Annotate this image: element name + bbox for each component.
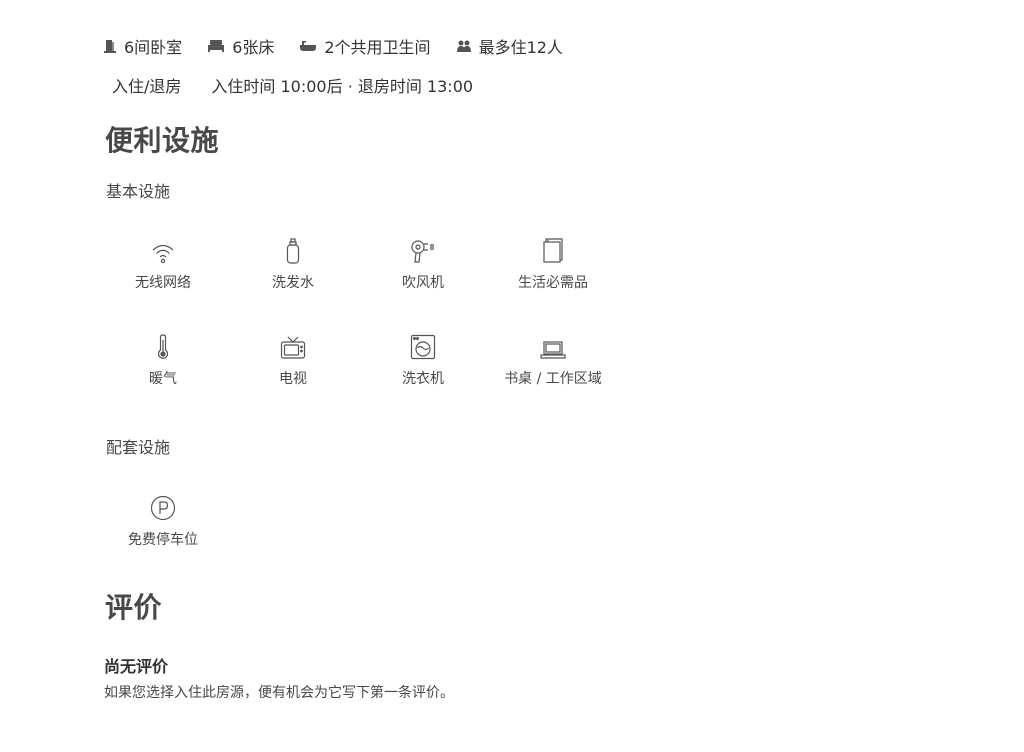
amenity-label: 书桌 / 工作区域 bbox=[504, 371, 602, 387]
amenity-workspace: 书桌 / 工作区域 bbox=[488, 330, 618, 388]
amenity-heating: 暖气 bbox=[98, 330, 228, 388]
bed-icon bbox=[208, 40, 225, 52]
hair-dryer-icon bbox=[411, 240, 434, 263]
amenity-label: 暖气 bbox=[149, 371, 177, 387]
shampoo-icon bbox=[286, 238, 300, 264]
beds-text: 6张床 bbox=[232, 38, 275, 57]
bathrooms-summary: 2个共用卫生间 bbox=[300, 34, 431, 58]
amenity-essentials: 生活必需品 bbox=[488, 234, 618, 292]
beds-summary: 6张床 bbox=[208, 34, 274, 58]
no-reviews-title: 尚无评价 bbox=[104, 657, 169, 676]
tv-icon bbox=[280, 336, 306, 359]
bedrooms-text: 6间卧室 bbox=[124, 38, 183, 57]
amenity-washer: 洗衣机 bbox=[358, 330, 488, 388]
amenities-heading: 便利设施 bbox=[105, 124, 220, 157]
door-icon bbox=[104, 40, 116, 53]
amenity-parking: 免费停车位 bbox=[98, 491, 228, 549]
amenity-label: 吹风机 bbox=[402, 275, 444, 291]
reviews-heading: 评价 bbox=[105, 591, 163, 624]
laptop-icon bbox=[540, 341, 566, 359]
facility-amenities-heading: 配套设施 bbox=[106, 438, 171, 457]
bedrooms-summary: 6间卧室 bbox=[104, 34, 182, 58]
amenity-label: 洗发水 bbox=[272, 275, 314, 291]
washer-icon bbox=[410, 334, 436, 360]
amenity-label: 洗衣机 bbox=[402, 371, 444, 387]
amenity-label: 免费停车位 bbox=[128, 532, 198, 548]
guests-summary: 最多住12人 bbox=[456, 34, 563, 58]
wifi-icon bbox=[152, 244, 174, 264]
bathtub-icon bbox=[300, 41, 317, 51]
parking-icon bbox=[150, 495, 176, 521]
listing-summary: 6间卧室 6张床 2个共用卫生间 最多住12人 bbox=[104, 34, 589, 58]
checkin-checkout: 入住/退房 入住时间 10:00后 · 退房时间 13:00 bbox=[112, 73, 473, 97]
thermometer-icon bbox=[157, 334, 169, 359]
amenity-hair-dryer: 吹风机 bbox=[358, 234, 488, 292]
amenity-label: 无线网络 bbox=[135, 275, 191, 291]
bathrooms-text: 2个共用卫生间 bbox=[324, 38, 431, 57]
amenity-label: 电视 bbox=[279, 371, 307, 387]
essentials-icon bbox=[543, 238, 563, 263]
amenity-shampoo: 洗发水 bbox=[228, 234, 358, 292]
amenity-tv: 电视 bbox=[228, 330, 358, 388]
guests-text: 最多住12人 bbox=[478, 38, 563, 57]
guests-icon bbox=[456, 40, 471, 52]
amenity-label: 生活必需品 bbox=[518, 275, 588, 291]
checkin-label: 入住/退房 bbox=[112, 77, 182, 96]
amenity-wifi: 无线网络 bbox=[98, 234, 228, 292]
basic-amenities-heading: 基本设施 bbox=[106, 182, 171, 201]
no-reviews-text: 如果您选择入住此房源，便有机会为它写下第一条评价。 bbox=[104, 685, 454, 701]
checkin-value: 入住时间 10:00后 · 退房时间 13:00 bbox=[211, 77, 474, 96]
